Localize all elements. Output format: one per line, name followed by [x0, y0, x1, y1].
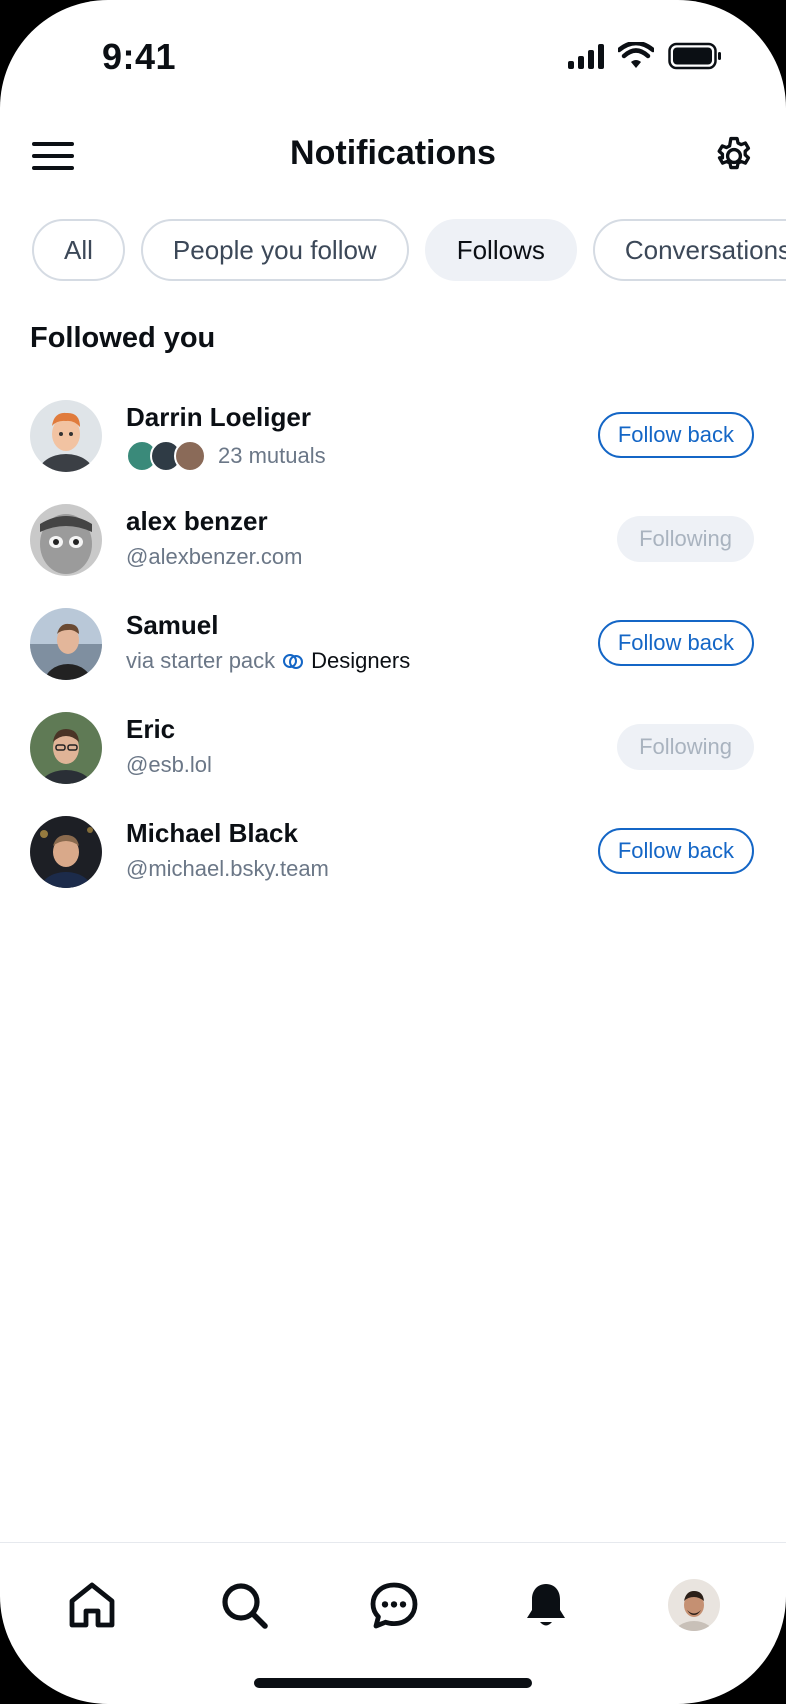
header: Notifications	[0, 120, 786, 192]
starter-pack-label: via starter pack	[126, 648, 276, 673]
starter-pack-name[interactable]: Designers	[311, 648, 410, 674]
follow-back-button[interactable]: Follow back	[597, 412, 754, 458]
chip-people-you-follow[interactable]: People you follow	[140, 219, 409, 281]
avatar	[30, 608, 102, 680]
person-subtitle: 23 mutuals	[126, 440, 326, 472]
mutual-avatars	[126, 440, 206, 472]
follow-back-button[interactable]: Follow back	[597, 620, 754, 666]
list-item[interactable]: Eric @esb.lol Following	[0, 696, 786, 800]
person-name: alex benzer	[126, 506, 268, 536]
phone-screen: 9:41 Notifications All People you follow	[0, 0, 786, 1704]
gear-icon[interactable]	[712, 134, 756, 178]
followers-list: Darrin Loeliger 23 mutuals Follow back a…	[0, 384, 786, 904]
home-icon[interactable]	[66, 1579, 118, 1631]
status-time: 9:41	[102, 36, 177, 77]
person-handle: @michael.bsky.team	[126, 856, 329, 881]
starter-pack-icon	[283, 654, 304, 669]
following-button[interactable]: Following	[617, 724, 754, 770]
person-name: Darrin Loeliger	[126, 402, 311, 432]
follow-back-button[interactable]: Follow back	[597, 828, 754, 874]
filter-chips: All People you follow Follows Conversati…	[32, 219, 786, 281]
list-item[interactable]: Michael Black @michael.bsky.team Follow …	[0, 800, 786, 904]
person-name: Samuel	[126, 610, 219, 640]
avatar	[30, 504, 102, 576]
chip-conversations[interactable]: Conversations	[592, 219, 786, 281]
following-button[interactable]: Following	[617, 516, 754, 562]
list-item[interactable]: Samuel via starter pack Designers Follow…	[0, 592, 786, 696]
list-item[interactable]: Darrin Loeliger 23 mutuals Follow back	[0, 384, 786, 488]
avatar	[30, 712, 102, 784]
mutuals-count: 23 mutuals	[218, 443, 326, 468]
page-title: Notifications	[290, 134, 496, 172]
profile-avatar[interactable]	[668, 1579, 720, 1631]
battery-icon	[668, 42, 721, 70]
wifi-icon	[618, 42, 654, 68]
bell-icon[interactable]	[520, 1579, 572, 1631]
section-title: Followed you	[30, 322, 216, 354]
chat-icon[interactable]	[368, 1579, 420, 1631]
bottom-tab-bar	[0, 1542, 786, 1663]
list-item[interactable]: alex benzer @alexbenzer.com Following	[0, 488, 786, 592]
person-handle: @esb.lol	[126, 752, 212, 777]
home-indicator[interactable]	[254, 1678, 532, 1688]
chip-follows[interactable]: Follows	[424, 219, 577, 281]
person-name: Eric	[126, 714, 176, 744]
person-handle: @alexbenzer.com	[126, 544, 303, 569]
chip-all[interactable]: All	[32, 219, 125, 281]
cellular-signal-icon	[568, 43, 604, 69]
person-name: Michael Black	[126, 818, 298, 848]
search-icon[interactable]	[218, 1579, 270, 1631]
avatar	[30, 816, 102, 888]
status-icons	[568, 42, 722, 70]
avatar	[30, 400, 102, 472]
person-subtitle: via starter pack Designers	[126, 648, 410, 674]
